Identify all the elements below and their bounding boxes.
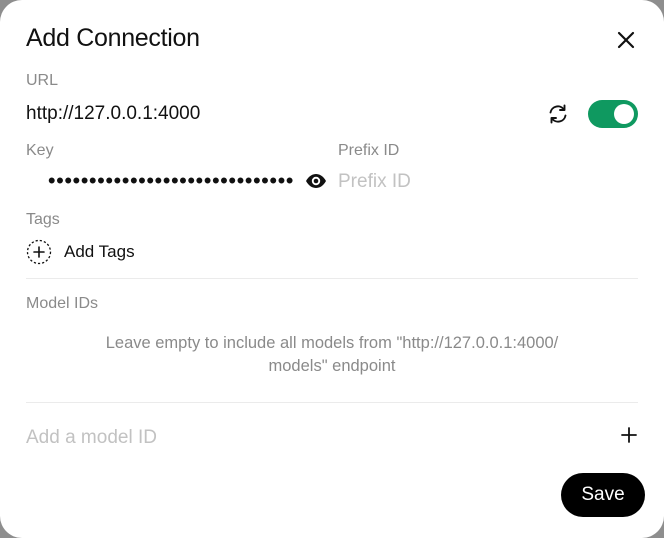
divider bbox=[26, 278, 638, 279]
prefix-id-input[interactable] bbox=[338, 168, 628, 196]
divider bbox=[26, 402, 638, 403]
toggle-knob bbox=[614, 104, 634, 124]
add-tags-label: Add Tags bbox=[64, 242, 135, 261]
dialog-title: Add Connection bbox=[26, 24, 200, 52]
plus-icon bbox=[621, 427, 637, 443]
help-text-line-2: models" endpoint bbox=[268, 357, 396, 375]
api-key-input[interactable]: •••••••••••••••••••••••••••••• bbox=[22, 166, 294, 196]
eye-icon bbox=[306, 174, 326, 188]
save-button[interactable]: Save bbox=[561, 473, 645, 517]
show-key-button[interactable] bbox=[304, 169, 328, 193]
tags-label: Tags bbox=[26, 211, 60, 228]
add-model-id-button[interactable] bbox=[618, 424, 640, 446]
url-label: URL bbox=[26, 72, 59, 89]
key-label: Key bbox=[26, 142, 54, 159]
connection-enabled-toggle[interactable] bbox=[588, 100, 638, 128]
help-text-line-1: Leave empty to include all models from "… bbox=[105, 334, 559, 352]
model-ids-help-text: Leave empty to include all models from "… bbox=[26, 332, 638, 378]
verify-connection-button[interactable] bbox=[546, 102, 570, 126]
refresh-icon bbox=[549, 104, 567, 124]
plus-circle-icon bbox=[26, 239, 52, 265]
prefix-id-label: Prefix ID bbox=[338, 142, 400, 159]
url-input[interactable] bbox=[26, 100, 526, 128]
model-ids-label: Model IDs bbox=[26, 295, 99, 312]
close-icon bbox=[617, 31, 635, 49]
add-tags-button[interactable]: Add Tags bbox=[26, 238, 135, 266]
close-button[interactable] bbox=[612, 26, 640, 54]
model-id-input[interactable] bbox=[26, 424, 586, 452]
add-connection-dialog: Add Connection URL Key •••••••••••••••••… bbox=[0, 0, 664, 538]
